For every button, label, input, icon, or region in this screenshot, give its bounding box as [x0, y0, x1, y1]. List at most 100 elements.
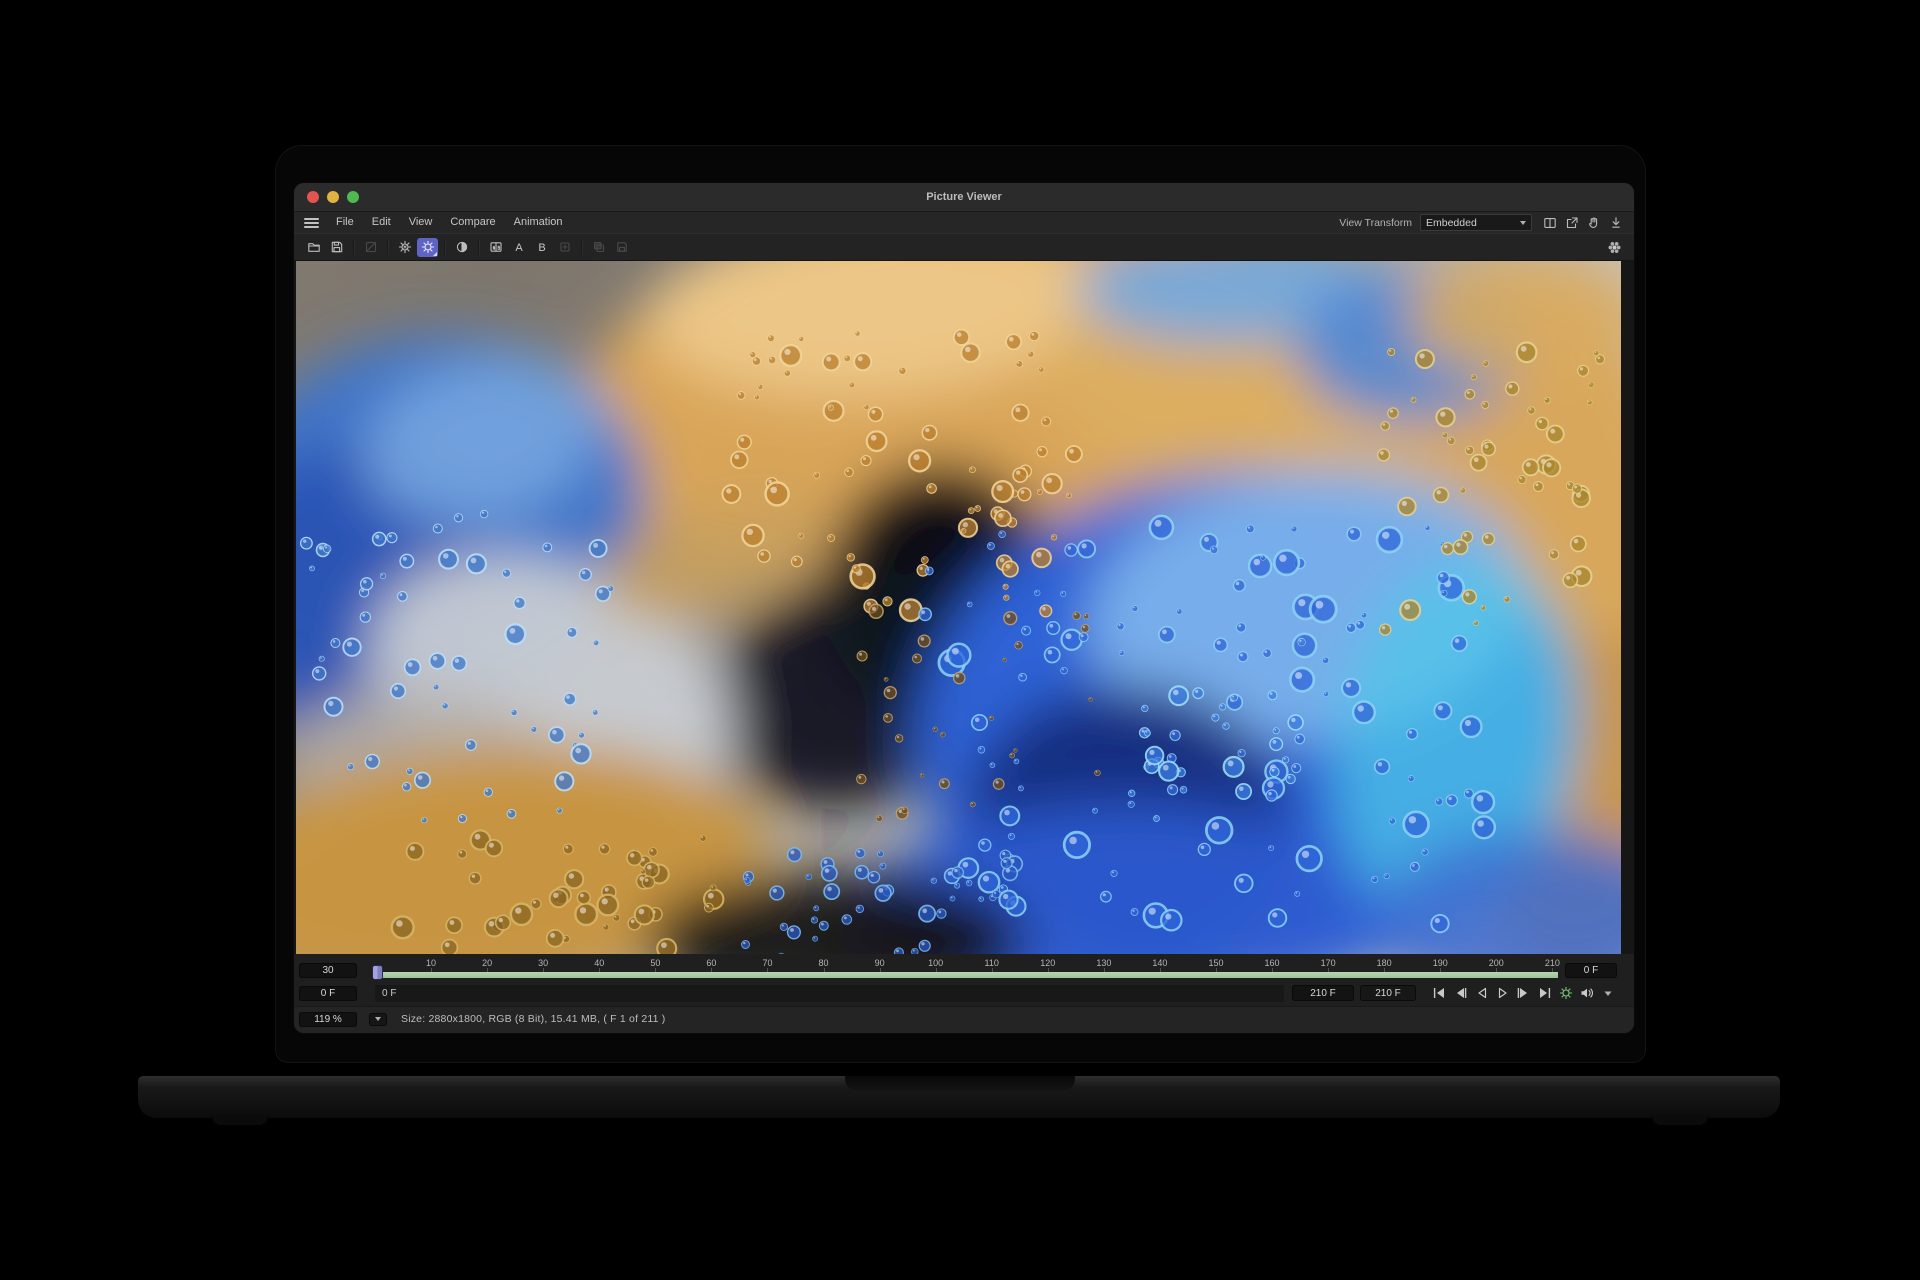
save-comparison-icon — [611, 238, 632, 257]
ruler-tick-label: 150 — [1208, 958, 1223, 968]
step-forward-button[interactable] — [1514, 985, 1533, 1001]
ruler-tick — [1216, 968, 1217, 972]
menu-bar: FileEditViewCompareAnimation View Transf… — [294, 212, 1634, 233]
ruler-tick — [431, 968, 432, 972]
ruler-tick — [1160, 968, 1161, 972]
ruler-tick-label: 120 — [1040, 958, 1055, 968]
toolbar-separator — [353, 240, 354, 255]
image-viewport[interactable] — [294, 261, 1634, 954]
render-settings-icon[interactable] — [394, 238, 415, 257]
ruler-tick-label: 50 — [650, 958, 660, 968]
zoom-level-field[interactable]: 119 % — [299, 1012, 357, 1027]
svg-text:B: B — [538, 242, 545, 254]
ruler-tick-label: 130 — [1096, 958, 1111, 968]
status-bar: 119 % Size: 2880x1800, RGB (8 Bit), 15.4… — [294, 1006, 1634, 1033]
image-info-text: Size: 2880x1800, RGB (8 Bit), 15.41 MB, … — [401, 1013, 665, 1025]
ruler-tick-label: 180 — [1377, 958, 1392, 968]
ruler-tick — [767, 968, 768, 972]
ruler-tick-label: 200 — [1489, 958, 1504, 968]
go-to-start-button[interactable] — [1430, 985, 1449, 1001]
filter-settings-icon[interactable] — [417, 238, 438, 257]
chevron-down-icon — [1520, 221, 1526, 225]
ruler-tick-label: 70 — [762, 958, 772, 968]
ruler-tick — [1496, 968, 1497, 972]
timeline-ruler[interactable]: 1020304050607080901001101201301401501601… — [375, 954, 1558, 980]
ruler-tick — [992, 968, 993, 972]
ruler-tick — [487, 968, 488, 972]
ruler-tick-label: 90 — [875, 958, 885, 968]
desktop-background: Picture Viewer FileEditViewCompareAnimat… — [0, 0, 1920, 1280]
split-view-icon[interactable] — [1541, 215, 1558, 231]
ruler-tick-label: 80 — [819, 958, 829, 968]
svg-text:A: A — [515, 242, 523, 254]
menu-compare[interactable]: Compare — [441, 212, 504, 233]
set-a-icon[interactable]: A — [508, 238, 529, 257]
cached-frames-bar — [375, 972, 1558, 978]
fps-field[interactable]: 30 — [299, 963, 357, 978]
hamburger-menu-icon[interactable] — [304, 218, 319, 228]
ruler-tick — [711, 968, 712, 972]
chevron-down-icon — [375, 1017, 381, 1021]
preview-range-track[interactable]: 0 F — [375, 985, 1284, 1002]
copy-icon — [588, 238, 609, 257]
ruler-tick-label: 170 — [1321, 958, 1336, 968]
ruler-tick-label: 10 — [426, 958, 436, 968]
range-end-field[interactable]: 210 F — [1292, 985, 1354, 1001]
rendered-picture — [296, 261, 1621, 954]
audio-toggle-button[interactable] — [1577, 985, 1596, 1001]
contrast-icon[interactable] — [451, 238, 472, 257]
view-transform-label: View Transform — [1339, 217, 1412, 229]
clear-icon — [360, 238, 381, 257]
title-bar[interactable]: Picture Viewer — [294, 183, 1634, 212]
save-icon[interactable] — [326, 238, 347, 257]
end-offset-field[interactable]: 0 F — [1565, 963, 1617, 978]
ab-compare-icon[interactable] — [485, 238, 506, 257]
ruler-tick — [880, 968, 881, 972]
ruler-tick — [1104, 968, 1105, 972]
pan-hand-icon[interactable] — [1585, 215, 1602, 231]
ruler-tick — [1440, 968, 1441, 972]
ruler-tick-label: 60 — [706, 958, 716, 968]
ruler-tick-label: 210 — [1545, 958, 1560, 968]
ruler-tick-label: 100 — [928, 958, 943, 968]
start-frame-field[interactable]: 0 F — [299, 986, 357, 1001]
timeline-range-row: 0 F 0 F 210 F 210 F — [294, 980, 1634, 1006]
toolbar-separator — [581, 240, 582, 255]
laptop-foot — [212, 1116, 268, 1125]
transport-controls — [1430, 985, 1617, 1001]
color-profile-icon[interactable] — [1604, 238, 1625, 257]
go-to-end-button[interactable] — [1535, 985, 1554, 1001]
ruler-tick-label: 190 — [1433, 958, 1448, 968]
step-backward-button[interactable] — [1451, 985, 1470, 1001]
play-backward-button[interactable] — [1472, 985, 1491, 1001]
toolbar-separator — [387, 240, 388, 255]
play-forward-button[interactable] — [1493, 985, 1512, 1001]
duration-field[interactable]: 210 F — [1360, 985, 1416, 1001]
toolbar-separator — [444, 240, 445, 255]
laptop-foot — [1652, 1116, 1708, 1125]
picture-viewer-window: Picture Viewer FileEditViewCompareAnimat… — [294, 183, 1634, 1033]
viewer-toolbar: AB — [294, 233, 1634, 261]
pop-out-icon[interactable] — [1563, 215, 1580, 231]
toolbar-separator — [478, 240, 479, 255]
menu-animation[interactable]: Animation — [505, 212, 572, 233]
ruler-tick — [1328, 968, 1329, 972]
set-b-icon[interactable]: B — [531, 238, 552, 257]
timeline-panel: 30 1020304050607080901001101201301401501… — [294, 954, 1634, 1033]
playhead[interactable] — [373, 966, 382, 979]
ruler-tick-label: 20 — [482, 958, 492, 968]
ram-player-settings-button[interactable] — [1556, 985, 1575, 1001]
zoom-preset-button[interactable] — [369, 1013, 387, 1026]
laptop-lid-notch — [845, 1076, 1075, 1091]
open-folder-icon[interactable] — [303, 238, 324, 257]
menu-view[interactable]: View — [400, 212, 442, 233]
ruler-tick — [1048, 968, 1049, 972]
ruler-tick — [936, 968, 937, 972]
more-options-button[interactable] — [1598, 985, 1617, 1001]
menu-edit[interactable]: Edit — [363, 212, 400, 233]
view-transform-dropdown[interactable]: Embedded — [1420, 214, 1532, 231]
ruler-tick-label: 110 — [985, 958, 999, 968]
window-title: Picture Viewer — [294, 191, 1634, 203]
dock-down-icon[interactable] — [1607, 215, 1624, 231]
menu-file[interactable]: File — [327, 212, 363, 233]
